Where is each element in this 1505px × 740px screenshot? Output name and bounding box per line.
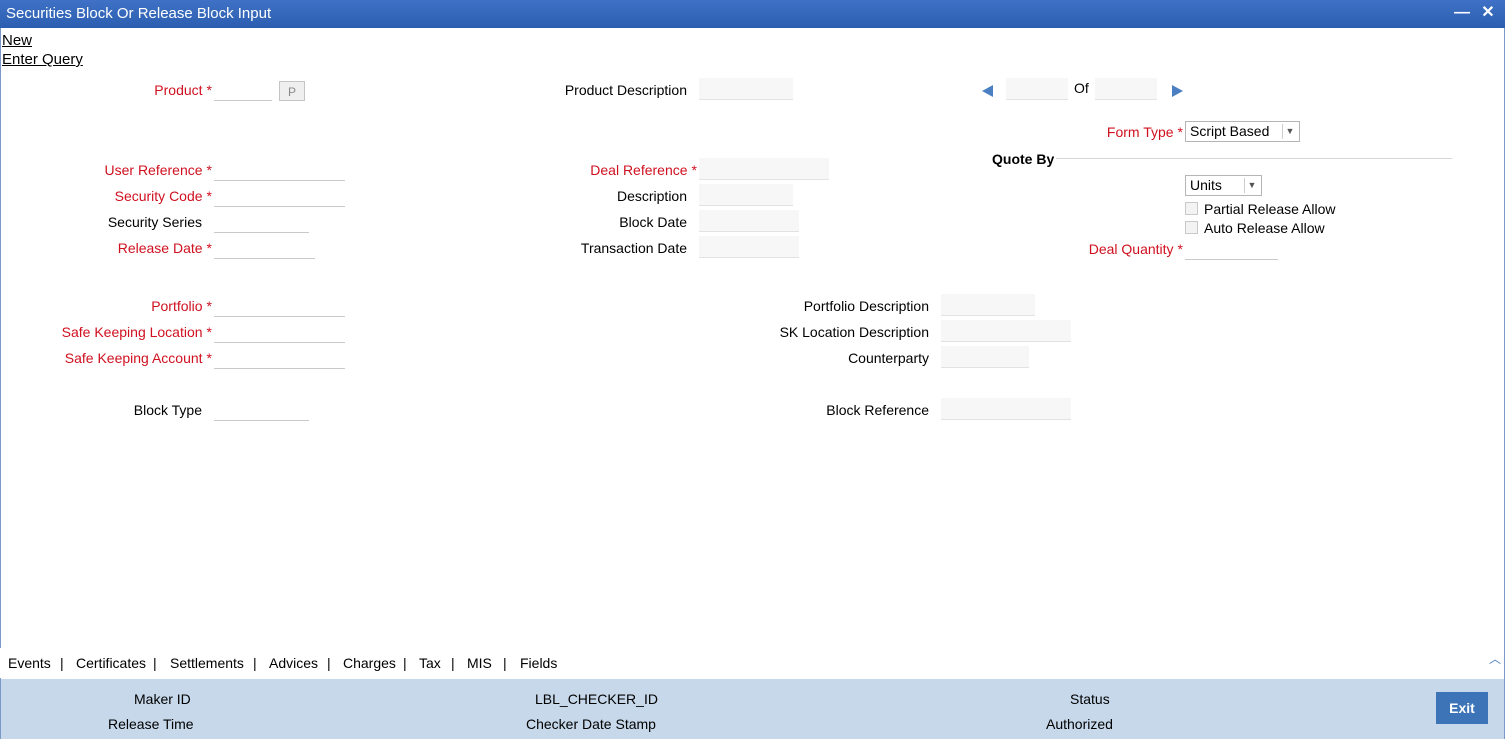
collapse-icon[interactable]: ︿ <box>1489 650 1501 667</box>
deal-quantity-label: Deal Quantity * <box>1088 241 1183 257</box>
new-link[interactable]: New <box>2 32 32 49</box>
description-label: Description <box>616 188 687 204</box>
title-bar: Securities Block Or Release Block Input … <box>0 0 1505 28</box>
block-date-field <box>699 210 799 232</box>
product-description-label: Product Description <box>564 82 687 98</box>
quote-by-select[interactable]: Units ▼ <box>1185 175 1262 196</box>
tab-settlements[interactable]: Settlements <box>170 655 244 671</box>
description-field <box>699 184 793 206</box>
form-type-value: Script Based <box>1190 123 1270 139</box>
form-type-label: Form Type * <box>1106 124 1183 140</box>
maker-id-label: Maker ID <box>134 691 191 707</box>
partial-release-checkbox[interactable] <box>1185 202 1198 215</box>
form-type-select[interactable]: Script Based ▼ <box>1185 121 1300 142</box>
chevron-down-icon: ▼ <box>1282 124 1297 139</box>
of-label: Of <box>1074 80 1089 96</box>
authorized-label: Authorized <box>1046 716 1113 732</box>
sk-location-description-field <box>941 320 1071 342</box>
tab-fields[interactable]: Fields <box>520 655 557 671</box>
security-series-label: Security Series <box>107 214 202 230</box>
portfolio-input[interactable] <box>214 296 345 317</box>
tab-events[interactable]: Events <box>8 655 51 671</box>
previous-record-icon[interactable] <box>982 85 993 97</box>
block-type-input[interactable] <box>214 400 309 421</box>
transaction-date-field <box>699 236 799 258</box>
tab-mis[interactable]: MIS <box>467 655 492 671</box>
total-records-field <box>1095 78 1157 100</box>
auto-release-checkbox[interactable] <box>1185 221 1198 234</box>
tab-tax[interactable]: Tax <box>419 655 441 671</box>
quote-by-label: Quote By <box>992 151 1055 167</box>
transaction-date-label: Transaction Date <box>580 240 687 256</box>
current-record-field <box>1006 78 1068 100</box>
release-date-label: Release Date * <box>117 240 212 256</box>
portfolio-label: Portfolio * <box>151 298 212 314</box>
safe-keeping-account-input[interactable] <box>214 348 345 369</box>
product-label: Product * <box>154 82 212 98</box>
tab-advices[interactable]: Advices <box>269 655 318 671</box>
minimize-icon[interactable]: — <box>1452 3 1472 23</box>
close-icon[interactable]: ✕ <box>1478 3 1498 23</box>
exit-button[interactable]: Exit <box>1436 692 1488 724</box>
security-code-input[interactable] <box>214 186 345 207</box>
user-reference-label: User Reference * <box>104 162 213 178</box>
next-record-icon[interactable] <box>1172 85 1183 97</box>
product-description-field <box>699 78 793 100</box>
checker-id-label: LBL_CHECKER_ID <box>535 691 658 707</box>
partial-release-label: Partial Release Allow <box>1204 201 1336 217</box>
tab-charges[interactable]: Charges <box>343 655 396 671</box>
counterparty-label: Counterparty <box>848 350 929 366</box>
user-reference-input[interactable] <box>214 160 345 181</box>
block-date-label: Block Date <box>619 214 687 230</box>
subsystem-tabs: Events | Certificates | Settlements | Ad… <box>0 648 1503 678</box>
portfolio-description-field <box>941 294 1035 316</box>
security-code-label: Security Code * <box>114 188 212 204</box>
quote-by-value: Units <box>1190 177 1222 193</box>
deal-reference-label: Deal Reference * <box>590 162 697 178</box>
deal-reference-field <box>699 158 829 180</box>
auto-release-label: Auto Release Allow <box>1204 220 1325 236</box>
checker-date-stamp-label: Checker Date Stamp <box>526 716 656 732</box>
security-series-input[interactable] <box>214 212 309 233</box>
safe-keeping-location-label: Safe Keeping Location * <box>61 324 212 340</box>
quote-by-divider <box>1056 158 1452 159</box>
counterparty-field <box>941 346 1029 368</box>
product-input[interactable] <box>214 80 272 101</box>
safe-keeping-location-input[interactable] <box>214 322 345 343</box>
product-lookup-button[interactable]: P <box>279 81 305 101</box>
audit-footer <box>1 679 1504 739</box>
portfolio-description-label: Portfolio Description <box>803 298 929 314</box>
chevron-down-icon: ▼ <box>1244 178 1259 193</box>
release-date-input[interactable] <box>214 238 315 259</box>
enter-query-link[interactable]: Enter Query <box>2 51 83 68</box>
release-time-label: Release Time <box>108 716 194 732</box>
status-label: Status <box>1070 691 1110 707</box>
block-reference-field <box>941 398 1071 420</box>
block-type-label: Block Type <box>133 402 202 418</box>
sk-location-description-label: SK Location Description <box>779 324 929 340</box>
tab-certificates[interactable]: Certificates <box>76 655 146 671</box>
window-title: Securities Block Or Release Block Input <box>6 5 272 22</box>
deal-quantity-input[interactable] <box>1185 239 1278 260</box>
block-reference-label: Block Reference <box>826 402 929 418</box>
safe-keeping-account-label: Safe Keeping Account * <box>64 350 212 366</box>
